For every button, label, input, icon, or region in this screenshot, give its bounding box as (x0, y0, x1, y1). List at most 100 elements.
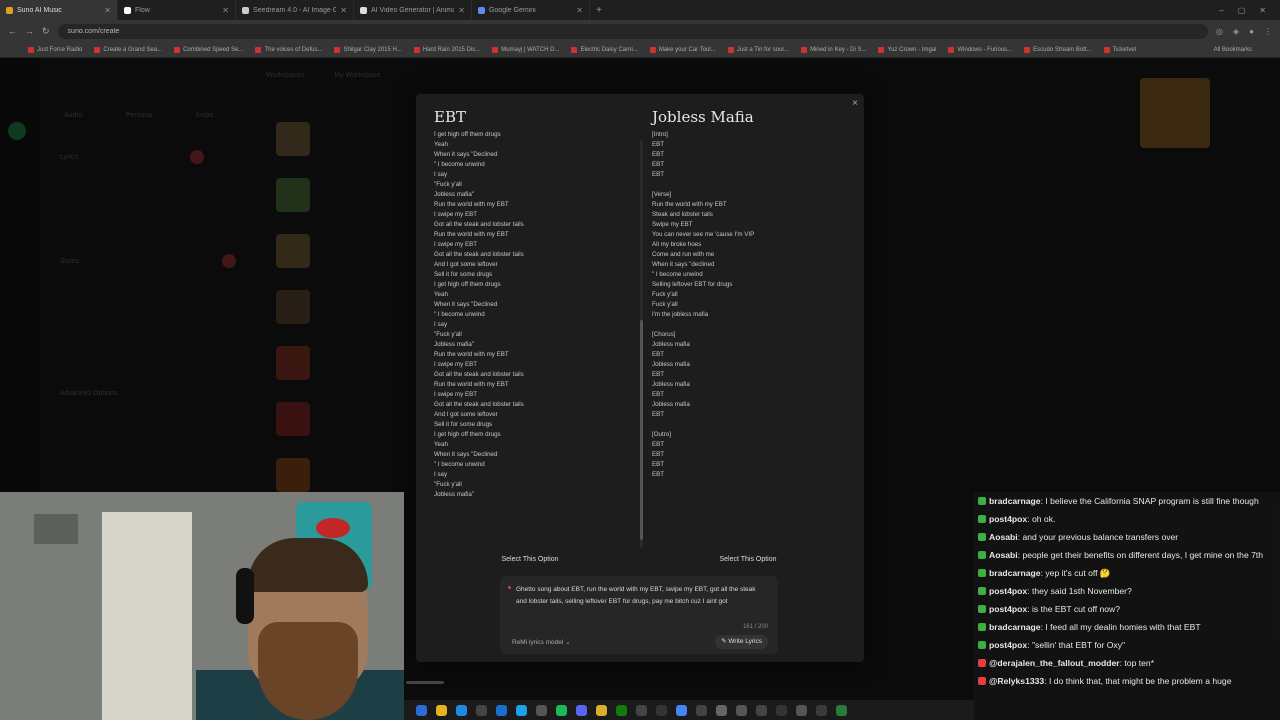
app-icon[interactable] (736, 704, 747, 716)
write-lyrics-button[interactable]: ✎ Write Lyrics (715, 635, 768, 649)
bookmark-item[interactable]: Mumayj | WATCH D... (492, 46, 559, 53)
chat-badge-icon (978, 605, 986, 613)
extension-icon[interactable]: ◈ (1233, 27, 1239, 36)
chat-username[interactable]: @Relyks1333 (989, 676, 1044, 686)
tab-close-icon[interactable]: ✕ (576, 6, 583, 15)
chat-text: I do think that, that might be the probl… (1049, 676, 1232, 686)
xbox-icon[interactable] (616, 704, 627, 716)
bookmark-item[interactable]: Create a Grand Sea... (94, 46, 162, 53)
chat-username[interactable]: post4pox (989, 586, 1027, 596)
reload-icon[interactable]: ↻ (42, 26, 50, 37)
app-icon[interactable] (756, 704, 767, 716)
chat-username[interactable]: Aosabi (989, 532, 1018, 542)
bookmark-item[interactable]: The voices of Defus... (255, 46, 322, 53)
bookmark-label: Electric Daisy Carni... (580, 46, 638, 53)
edge-icon[interactable] (456, 704, 467, 716)
bookmark-item[interactable]: Just Force Radio (28, 46, 83, 53)
file-explorer-icon[interactable] (436, 704, 447, 716)
bookmark-item[interactable]: Ticketvet (1103, 46, 1136, 53)
select-option-a-button[interactable]: Select This Option (470, 552, 590, 568)
bookmark-label: Yuz Crown - Imgal (887, 46, 937, 53)
tab-close-icon[interactable]: ✕ (340, 6, 347, 15)
bookmark-item[interactable]: Just a Tin for sour... (727, 46, 789, 53)
app-icon[interactable] (476, 704, 487, 716)
bookmark-item[interactable]: Mined in Key - Di S... (801, 46, 866, 53)
app-icon[interactable] (596, 704, 607, 716)
door (102, 512, 192, 720)
bookmark-item[interactable]: Yuz Crown - Imgal (878, 46, 937, 53)
lyrics-scrollbar[interactable] (640, 140, 643, 548)
webcam-overlay (0, 492, 404, 720)
close-window-icon[interactable]: ✕ (1259, 6, 1266, 15)
app-icon[interactable] (816, 704, 827, 716)
bookmark-item[interactable]: Windows - Furious... (948, 46, 1013, 53)
bookmarks-bar: Just Force Radio Create a Grand Sea... Com… (0, 42, 1280, 58)
app-icon[interactable] (656, 704, 667, 716)
bookmark-label: Windows - Furious... (957, 46, 1013, 53)
maximize-icon[interactable]: ▢ (1238, 6, 1246, 15)
app-icon[interactable] (796, 704, 807, 716)
chat-text: and your previous balance transfers over (1022, 532, 1179, 542)
chat-badge-icon (978, 569, 986, 577)
tab-favicon-icon (478, 6, 485, 14)
app-icon[interactable] (776, 704, 787, 716)
app-icon[interactable] (716, 704, 727, 716)
horizontal-scrollbar[interactable] (404, 680, 974, 686)
discord-icon[interactable] (576, 704, 587, 716)
new-tab-button[interactable]: + (590, 5, 608, 16)
url-field[interactable]: suno.com/create (57, 23, 1209, 39)
select-option-b-button[interactable]: Select This Option (688, 552, 808, 568)
bookmark-item[interactable]: Hard Rain 2015 Dis... (413, 46, 480, 53)
chat-username[interactable]: bradcarnage (989, 496, 1041, 506)
all-bookmarks[interactable]: All Bookmarks (1214, 47, 1252, 53)
tab-close-icon[interactable]: ✕ (458, 6, 465, 15)
lyrics-prompt-box[interactable]: Ghetto song about EBT, run the world wit… (500, 576, 778, 654)
chat-username[interactable]: post4pox (989, 640, 1027, 650)
chat-message: bradcarnage: yep it's cut off 🤔 (978, 567, 1276, 579)
app-icon[interactable] (636, 704, 647, 716)
back-icon[interactable]: ← (8, 26, 17, 36)
bookmark-item[interactable]: Escudo Stream Bott... (1024, 46, 1092, 53)
option-b-lyrics[interactable]: [Intro] EBT EBT EBT EBT [Verse] Run the … (652, 130, 852, 480)
bookmark-favicon-icon (255, 46, 262, 53)
model-select[interactable]: ReMi lyrics model ⌄ (512, 638, 571, 646)
extension-icon[interactable]: ◎ (1216, 27, 1223, 36)
bookmark-item[interactable]: Make your Car Tool... (649, 46, 716, 53)
app-icon[interactable] (496, 704, 507, 716)
browser-tab[interactable]: AI Video Generator | Animate ✕ (354, 0, 472, 20)
app-icon[interactable] (536, 704, 547, 716)
chat-username[interactable]: post4pox (989, 514, 1027, 524)
spotify-icon[interactable] (556, 704, 567, 716)
bookmark-item[interactable]: Electric Daisy Carni... (571, 46, 638, 53)
start-icon[interactable] (416, 704, 427, 716)
bookmark-item[interactable]: Combined Speed Se... (174, 46, 243, 53)
bookmark-label: Just Force Radio (37, 46, 83, 53)
minimize-icon[interactable]: – (1219, 6, 1223, 15)
chat-username[interactable]: Aosabi (989, 550, 1018, 560)
menu-icon[interactable]: ⋮ (1264, 27, 1272, 36)
browser-tab[interactable]: Seedream 4.0 - AI Image Gene ✕ (236, 0, 354, 20)
option-a-lyrics[interactable]: I get high off them drugs Yeah When it s… (434, 130, 634, 502)
app-icon[interactable] (516, 704, 527, 716)
prompt-indicator-icon (508, 586, 511, 589)
browser-tab[interactable]: Suno AI Music ✕ (0, 0, 118, 20)
chat-username[interactable]: post4pox (989, 604, 1027, 614)
profile-icon[interactable]: ● (1249, 27, 1254, 36)
chat-username[interactable]: bradcarnage (989, 622, 1041, 632)
chat-username[interactable]: bradcarnage (989, 568, 1041, 578)
tab-close-icon[interactable]: ✕ (222, 6, 229, 15)
chat-text: they said 1sth November? (1031, 586, 1132, 596)
bookmark-item[interactable]: Shilgar Clay 2015 H... (334, 46, 402, 53)
browser-tab[interactable]: Google Gemini ✕ (472, 0, 590, 20)
app-icon[interactable] (696, 704, 707, 716)
tab-close-icon[interactable]: ✕ (104, 6, 111, 15)
close-icon[interactable]: × (852, 98, 858, 109)
tab-label: AI Video Generator | Animate (371, 6, 455, 14)
browser-tab[interactable]: Flow ✕ (118, 0, 236, 20)
chat-message: Aosabi: and your previous balance transf… (978, 531, 1276, 543)
chat-username[interactable]: @derajalen_the_fallout_modder (989, 658, 1120, 668)
prompt-text[interactable]: Ghetto song about EBT, run the world wit… (516, 584, 766, 608)
app-icon[interactable] (836, 704, 847, 716)
chrome-icon[interactable] (676, 704, 687, 716)
forward-icon[interactable]: → (25, 26, 34, 36)
